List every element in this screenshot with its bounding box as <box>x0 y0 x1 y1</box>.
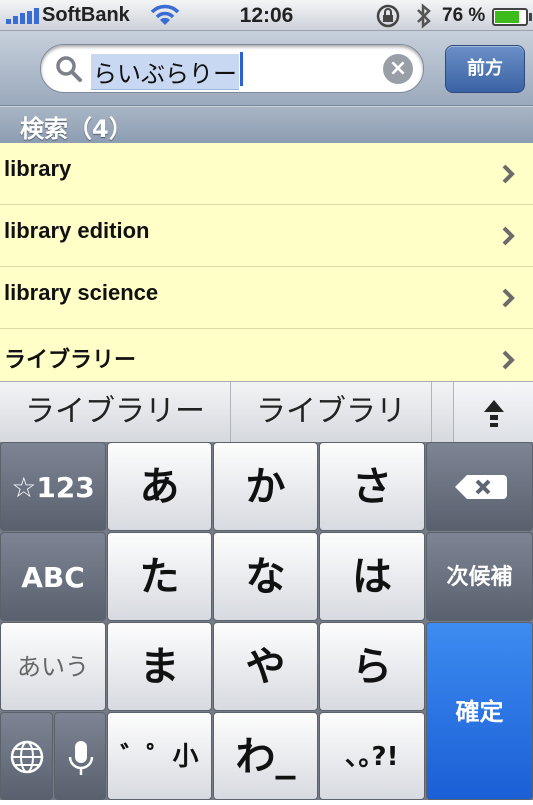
delete-key[interactable] <box>426 442 533 531</box>
candidate-item[interactable]: ライブラリー <box>0 382 231 442</box>
key-sa[interactable]: さ <box>319 442 425 531</box>
prev-button[interactable]: 前方 <box>445 45 525 93</box>
rotation-lock-icon <box>376 4 400 28</box>
list-item[interactable]: library edition <box>0 205 533 267</box>
dakuten-key[interactable]: ゛゜小 <box>107 712 212 800</box>
battery-percent: 76 % <box>442 5 486 26</box>
key-ma[interactable]: ま <box>107 622 212 711</box>
clear-icon[interactable]: × <box>383 54 413 84</box>
abc-mode-key[interactable]: ABC <box>0 532 106 621</box>
result-label: library <box>4 156 72 181</box>
key-ya[interactable]: や <box>213 622 318 711</box>
section-title: 検索（4） <box>20 115 133 143</box>
candidate-item[interactable]: ライブラリ <box>231 382 432 442</box>
microphone-icon <box>68 741 94 775</box>
microphone-key[interactable] <box>54 712 106 800</box>
key-a[interactable]: あ <box>107 442 212 531</box>
chevron-right-icon <box>502 288 515 308</box>
chevron-right-icon <box>502 350 515 370</box>
candidate-expand-button[interactable] <box>453 382 533 442</box>
key-na[interactable]: な <box>213 532 318 621</box>
confirm-key[interactable]: 確定 <box>426 622 533 800</box>
search-query-text: らいぶらりー <box>91 54 239 90</box>
result-label: ライブラリー <box>4 347 137 372</box>
status-bar: SoftBank 12:06 76 % <box>0 0 533 31</box>
backspace-icon <box>455 475 507 499</box>
chevron-right-icon <box>502 164 515 184</box>
symbol-mode-key[interactable]: ☆123 <box>0 442 106 531</box>
list-item[interactable]: library <box>0 143 533 205</box>
results-list: library library edition library science … <box>0 143 533 391</box>
keyboard: ☆123 あ か さ ABC た な は 次候補 あいう ま や ら 確定 ゛゜… <box>0 442 533 800</box>
globe-key[interactable] <box>0 712 53 800</box>
battery-icon <box>492 8 532 26</box>
result-label: library science <box>4 280 159 305</box>
text-cursor <box>240 52 243 86</box>
search-bar: らいぶらりー × 前方 <box>0 31 533 106</box>
chevron-up-icon <box>484 400 504 427</box>
globe-icon <box>10 740 44 774</box>
next-candidate-key[interactable]: 次候補 <box>426 532 533 621</box>
result-label: library edition <box>4 218 150 243</box>
kana-mode-key[interactable]: あいう <box>0 622 106 711</box>
chevron-right-icon <box>502 226 515 246</box>
key-ha[interactable]: は <box>319 532 425 621</box>
list-item[interactable]: library science <box>0 267 533 329</box>
search-input[interactable]: らいぶらりー × <box>40 44 424 93</box>
bluetooth-icon <box>417 3 431 29</box>
candidate-bar: ライブラリー ライブラリ <box>0 381 533 443</box>
punctuation-key[interactable]: ､｡?! <box>319 712 425 800</box>
section-header: 検索（4） <box>0 106 533 144</box>
key-ta[interactable]: た <box>107 532 212 621</box>
key-wa[interactable]: わ_ <box>213 712 318 800</box>
key-ra[interactable]: ら <box>319 622 425 711</box>
search-icon <box>56 56 82 82</box>
key-ka[interactable]: か <box>213 442 318 531</box>
